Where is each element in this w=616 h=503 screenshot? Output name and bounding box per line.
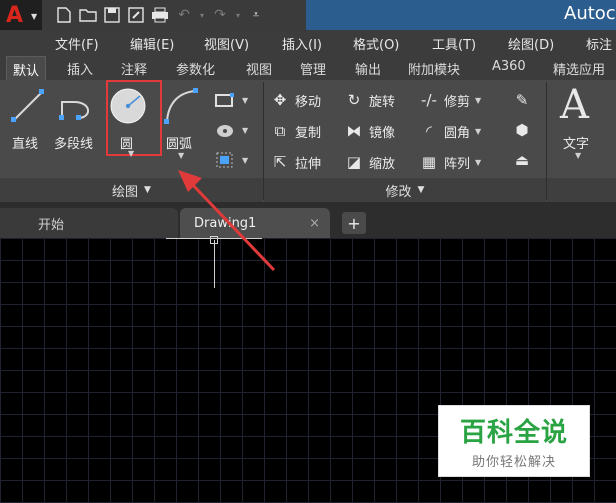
arc-dropdown-icon[interactable]: ▼ [178, 151, 184, 160]
move-icon: ✥ [273, 91, 287, 109]
close-icon[interactable]: × [309, 216, 320, 231]
quick-access-toolbar: ↶ ▾ ↷ ▾ ⩡ [42, 0, 306, 30]
save-icon[interactable] [100, 5, 124, 25]
offset-icon[interactable]: ⏏ [512, 150, 532, 170]
circle-icon[interactable] [108, 86, 148, 126]
document-tab-bar: 开始 Drawing1 × + [0, 202, 616, 238]
text-label[interactable]: 文字 [563, 133, 589, 152]
trim-button[interactable]: -/- 修剪 ▼ [419, 88, 481, 112]
new-tab-button[interactable]: + [342, 212, 366, 234]
watermark-logo: 百科全说 助你轻松解决 [438, 405, 590, 477]
tab-annotate[interactable]: 注释 [121, 59, 147, 78]
move-label: 移动 [295, 94, 322, 110]
hatch-dropdown-icon[interactable]: ▼ [242, 126, 248, 135]
array-dropdown-icon[interactable]: ▼ [475, 158, 481, 167]
menu-bar: 文件(F) 编辑(E) 视图(V) 插入(I) 格式(O) 工具(T) 绘图(D… [0, 30, 616, 54]
trim-dropdown-icon[interactable]: ▼ [475, 96, 481, 105]
rotate-label: 旋转 [369, 94, 396, 110]
tab-output[interactable]: 输出 [355, 59, 381, 78]
circle-dropdown-icon[interactable]: ▼ [128, 149, 134, 158]
fillet-label: 圆角 [444, 125, 471, 141]
chevron-down-icon: ▼ [31, 12, 38, 21]
tab-start[interactable]: 开始 [0, 208, 178, 238]
tab-parametric[interactable]: 参数化 [176, 59, 215, 78]
fillet-button[interactable]: ◜ 圆角 ▼ [419, 119, 481, 143]
modify-panel-title: 修改 [385, 184, 412, 200]
customize-icon[interactable]: ⩡ [244, 5, 268, 25]
scale-icon: ◪ [346, 153, 362, 171]
text-dropdown-icon[interactable]: ▼ [575, 151, 581, 160]
mirror-button[interactable]: ⧓ 镜像 [344, 119, 396, 143]
menu-tools[interactable]: 工具(T) [432, 34, 476, 53]
undo-icon[interactable]: ↶ [172, 5, 196, 25]
array-button[interactable]: ▦ 阵列 ▼ [419, 150, 481, 174]
mirror-icon: ⧓ [346, 122, 362, 140]
draw-panel-title: 绘图 [112, 184, 139, 200]
erase-icon[interactable]: ✎ [512, 90, 532, 110]
scale-label: 缩放 [369, 156, 396, 172]
fillet-dropdown-icon[interactable]: ▼ [475, 127, 481, 136]
rectangle-dropdown-icon[interactable]: ▼ [242, 96, 248, 105]
copy-button[interactable]: ⧉ 复制 [270, 119, 321, 143]
chevron-down-icon: ▼ [144, 185, 151, 195]
menu-dimension[interactable]: 标注 [586, 34, 612, 53]
watermark-title: 百科全说 [459, 418, 568, 448]
move-button[interactable]: ✥ 移动 [270, 88, 321, 112]
tab-view[interactable]: 视图 [246, 59, 272, 78]
hatch-icon[interactable] [214, 120, 236, 140]
print-icon[interactable] [148, 5, 172, 25]
tab-manage[interactable]: 管理 [300, 59, 326, 78]
menu-insert[interactable]: 插入(I) [282, 34, 322, 53]
tab-a360[interactable]: A360 [492, 59, 526, 74]
tab-addins[interactable]: 附加模块 [408, 59, 460, 78]
redo-dropdown-icon[interactable]: ▾ [232, 5, 244, 25]
copy-label: 复制 [295, 125, 322, 141]
saveas-icon[interactable] [124, 5, 148, 25]
arc-icon[interactable] [162, 86, 200, 126]
chevron-down-icon: ▼ [417, 185, 425, 195]
menu-format[interactable]: 格式(O) [353, 34, 399, 53]
ribbon-tab-bar: 默认 插入 注释 参数化 视图 管理 输出 附加模块 A360 精选应用 [0, 54, 616, 81]
tab-start-label: 开始 [38, 217, 65, 233]
arc-label[interactable]: 圆弧 [166, 133, 192, 152]
text-large-icon[interactable]: A [560, 82, 589, 128]
polyline-icon[interactable] [58, 88, 98, 124]
fillet-icon: ◜ [426, 122, 432, 140]
line-icon[interactable] [10, 86, 46, 126]
tab-home[interactable]: 默认 [6, 56, 47, 80]
annotation-panel-footer [547, 178, 616, 202]
watermark-subtitle: 助你轻松解决 [471, 455, 556, 470]
explode-icon[interactable]: ⬢ [512, 120, 532, 140]
undo-dropdown-icon[interactable]: ▾ [196, 5, 208, 25]
autocad-logo-icon: A [6, 3, 24, 28]
stretch-label: 拉伸 [295, 156, 322, 172]
menu-edit[interactable]: 编辑(E) [130, 34, 174, 53]
trim-label: 修剪 [444, 94, 471, 110]
array-icon: ▦ [421, 153, 437, 171]
scale-button[interactable]: ◪ 缩放 [344, 150, 395, 174]
copy-icon: ⧉ [274, 122, 286, 140]
plus-icon: + [347, 213, 361, 233]
trim-icon: -/- [421, 91, 437, 109]
mirror-label: 镜像 [369, 125, 396, 141]
menu-file[interactable]: 文件(F) [55, 34, 99, 53]
line-label[interactable]: 直线 [12, 133, 38, 152]
rotate-button[interactable]: ↻ 旋转 [344, 88, 395, 112]
tab-featured-apps[interactable]: 精选应用 [553, 59, 605, 78]
redo-icon[interactable]: ↷ [208, 5, 232, 25]
open-icon[interactable] [76, 5, 100, 25]
tab-insert[interactable]: 插入 [67, 59, 93, 78]
rotate-icon: ↻ [347, 91, 361, 109]
modify-panel-footer[interactable]: 修改 ▼ [264, 178, 546, 202]
menu-draw[interactable]: 绘图(D) [508, 34, 554, 53]
application-menu-button[interactable]: A ▼ [0, 0, 43, 30]
rectangle-icon[interactable] [214, 90, 236, 110]
new-icon[interactable] [52, 5, 76, 25]
annotation-arrow-icon [178, 170, 276, 272]
array-label: 阵列 [444, 156, 471, 172]
menu-view[interactable]: 视图(V) [204, 34, 249, 53]
polyline-label[interactable]: 多段线 [54, 133, 93, 152]
app-title: Autoc [564, 3, 616, 24]
